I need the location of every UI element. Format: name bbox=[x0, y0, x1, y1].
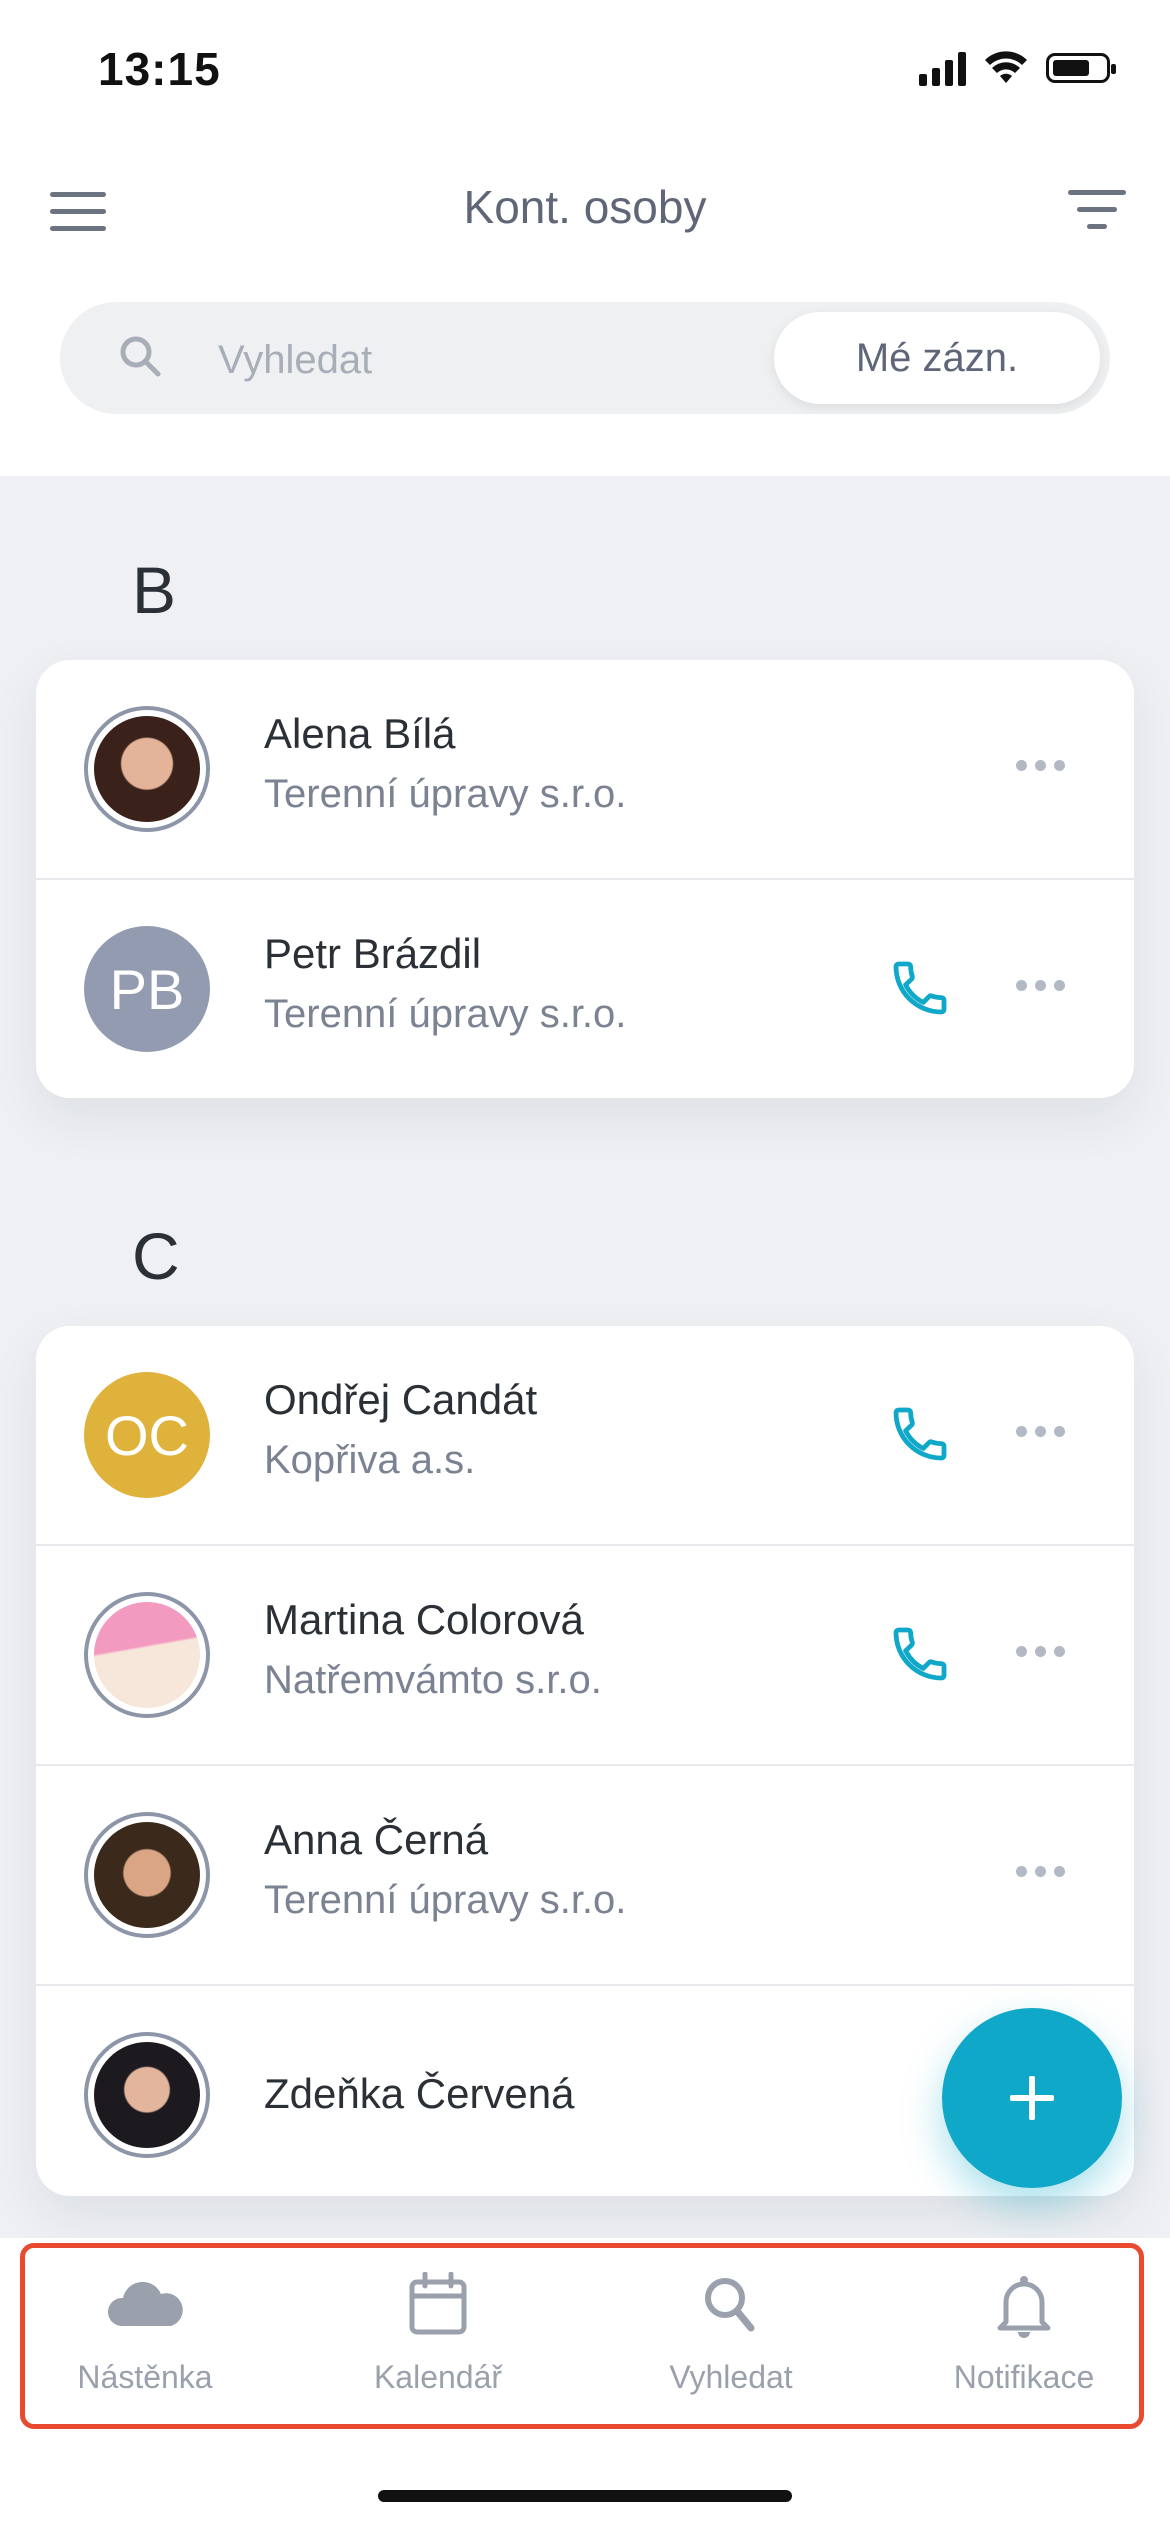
more-options-icon[interactable] bbox=[1016, 1866, 1065, 1877]
phone-icon[interactable] bbox=[888, 1622, 952, 1686]
contact-row[interactable]: Anna Černá Terenní úpravy s.r.o. bbox=[36, 1766, 1134, 1986]
tab-kalendar[interactable]: Kalendář bbox=[308, 2271, 568, 2396]
contact-company: Terenní úpravy s.r.o. bbox=[264, 1878, 627, 1922]
contact-company: Terenní úpravy s.r.o. bbox=[264, 992, 627, 1036]
page-title: Kont. osoby bbox=[463, 181, 707, 233]
more-options-icon[interactable] bbox=[1016, 1646, 1065, 1657]
tab-notifikace[interactable]: Notifikace bbox=[894, 2272, 1154, 2396]
phone-icon[interactable] bbox=[888, 1402, 952, 1466]
tab-label: Kalendář bbox=[373, 2359, 503, 2395]
add-contact-button[interactable] bbox=[942, 2008, 1122, 2188]
battery-icon bbox=[1046, 53, 1116, 83]
plus-icon bbox=[1010, 2076, 1054, 2120]
avatar bbox=[84, 706, 210, 832]
section-letter-c: C bbox=[132, 1219, 180, 1293]
contact-company: Natřemvámto s.r.o. bbox=[264, 1658, 602, 1702]
avatar bbox=[84, 1812, 210, 1938]
search-bar[interactable]: Vyhledat Mé zázn. bbox=[60, 302, 1110, 414]
tab-nastenka[interactable]: Nástěnka bbox=[15, 2272, 275, 2396]
cloud-icon bbox=[107, 2281, 183, 2326]
wifi-icon bbox=[985, 51, 1027, 83]
avatar: PB bbox=[84, 926, 210, 1052]
bell-icon bbox=[997, 2276, 1051, 2338]
avatar bbox=[84, 1592, 210, 1718]
contact-name: Alena Bílá bbox=[264, 710, 456, 757]
contact-name: Ondřej Candát bbox=[264, 1376, 538, 1423]
calendar-icon bbox=[409, 2271, 467, 2335]
contact-row[interactable]: OC Ondřej Candát Kopřiva a.s. bbox=[36, 1326, 1134, 1546]
section-letter-b: B bbox=[132, 553, 177, 627]
contact-row[interactable]: PB Petr Brázdil Terenní úpravy s.r.o. bbox=[36, 880, 1134, 1098]
contact-company: Terenní úpravy s.r.o. bbox=[264, 772, 627, 816]
contact-company: Kopřiva a.s. bbox=[264, 1438, 476, 1482]
contact-card-b: Alena Bílá Terenní úpravy s.r.o. PB Petr… bbox=[36, 660, 1134, 1098]
signal-icon bbox=[919, 50, 966, 86]
my-records-toggle[interactable]: Mé zázn. bbox=[774, 312, 1100, 404]
search-input[interactable]: Vyhledat bbox=[218, 338, 372, 383]
contact-name: Anna Černá bbox=[264, 1816, 489, 1863]
status-icons bbox=[919, 50, 1116, 86]
more-options-icon[interactable] bbox=[1016, 980, 1065, 991]
home-indicator bbox=[378, 2490, 792, 2502]
contact-row[interactable]: Martina Colorová Natřemvámto s.r.o. bbox=[36, 1546, 1134, 1766]
phone-icon[interactable] bbox=[888, 956, 952, 1020]
contact-name: Martina Colorová bbox=[264, 1596, 584, 1643]
tab-label: Vyhledat bbox=[669, 2359, 793, 2395]
contact-row[interactable]: Alena Bílá Terenní úpravy s.r.o. bbox=[36, 660, 1134, 880]
more-options-icon[interactable] bbox=[1016, 760, 1065, 771]
contact-name: Petr Brázdil bbox=[264, 930, 482, 977]
tab-label: Nástěnka bbox=[77, 2359, 213, 2395]
more-options-icon[interactable] bbox=[1016, 1426, 1065, 1437]
tab-vyhledat[interactable]: Vyhledat bbox=[601, 2272, 861, 2396]
avatar: OC bbox=[84, 1372, 210, 1498]
search-icon bbox=[120, 336, 161, 377]
status-time: 13:15 bbox=[98, 43, 221, 95]
search-icon bbox=[705, 2278, 755, 2332]
contact-name: Zdeňka Červená bbox=[264, 2070, 575, 2117]
tab-label: Notifikace bbox=[953, 2359, 1095, 2395]
avatar bbox=[84, 2032, 210, 2158]
filter-icon[interactable] bbox=[1068, 190, 1126, 234]
